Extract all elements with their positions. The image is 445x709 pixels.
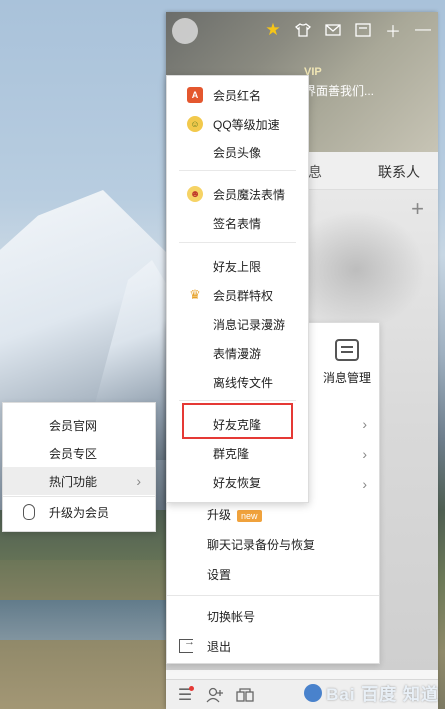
app-manager-icon[interactable] [234,684,256,706]
menu-item-group-clone[interactable]: 群克隆 [167,439,308,467]
menu-divider [179,400,296,401]
menu-item-label: 签名表情 [213,216,262,231]
message-manager-button[interactable]: 消息管理 [317,339,377,386]
menu-item-member-avatar[interactable]: 会员头像 [167,138,308,166]
tab-messages[interactable]: 息 [308,162,322,182]
menu-item-chat-backup[interactable]: 聊天记录备份与恢复 [167,529,379,559]
menu-item-label: 会员专区 [49,446,98,461]
menu-item-magic-emoji[interactable]: ☻ 会员魔法表情 [167,180,308,208]
chevron-right-icon: › [362,416,367,432]
tab-contacts[interactable]: 联系人 [378,162,420,182]
menu-item-label: 升级为会员 [49,505,110,520]
mail-icon[interactable] [318,18,348,42]
upgrade-label: 升级 [207,507,232,522]
highlight-box [182,403,293,439]
star-icon[interactable]: ★ [258,18,288,42]
menu-item-label: 聊天记录备份与恢复 [207,537,316,552]
chevron-right-icon: › [362,476,367,492]
menu-item-level-speedup[interactable]: ☺ QQ等级加速 [167,110,308,138]
menu-item-label: 表情漫游 [213,346,262,361]
menu-item-label: QQ等级加速 [213,117,280,132]
message-manager-label: 消息管理 [322,371,371,385]
new-badge: new [237,509,262,522]
menu-item-label: 会员头像 [213,145,262,160]
menu-item-hot-features[interactable]: 热门功能 › [3,467,155,495]
menu-item-switch-account[interactable]: 切换帐号 [167,601,379,631]
minimize-icon[interactable]: — [408,18,438,42]
menu-item-emoji-roaming[interactable]: 表情漫游 [167,339,308,367]
magic-emoji-icon: ☻ [187,186,203,202]
menu-divider [179,170,296,171]
member-menu: 会员官网 会员专区 热门功能 › 升级为会员 [2,402,156,532]
baidu-watermark: Bai 百度 知道 [304,680,439,705]
level-speedup-icon: ☺ [187,116,203,132]
add-icon[interactable]: + [411,196,424,222]
main-menu-icon[interactable]: ☰ [174,684,196,706]
menu-item-label: 退出 [207,639,232,654]
menu-item-label: 会员官网 [49,418,98,433]
menu-item-friend-restore[interactable]: 好友恢复 [167,468,308,496]
menu-item-group-privilege[interactable]: ♛ 会员群特权 [167,281,308,309]
baidu-paw-icon [304,683,323,702]
add-friend-icon[interactable] [204,684,226,706]
shirt-icon[interactable] [288,18,318,42]
menu-item-offline-file[interactable]: 离线传文件 [167,368,308,396]
menu-divider [3,496,155,497]
menu-item-friend-limit[interactable]: 好友上限 [167,252,308,280]
message-manager-icon [335,339,359,361]
menu-item-label: 会员群特权 [213,288,274,303]
menu-item-upgrade[interactable]: 升级 new [167,499,379,529]
menu-item-label: 群克隆 [213,446,250,461]
signature-text[interactable]: 界面善我们... [304,82,374,99]
menu-item-label: 切换帐号 [207,609,256,624]
menu-item-signature-emoji[interactable]: 签名表情 [167,209,308,237]
menu-divider [179,242,296,243]
titlebar: ★ ＋ — [258,18,438,42]
menu-item-label: 热门功能 [49,474,98,489]
menu-item-member-site[interactable]: 会员官网 [3,411,155,439]
mailbox-icon[interactable] [348,18,378,42]
menu-item-label: 消息记录漫游 [213,317,286,332]
notification-dot [189,685,194,691]
avatar[interactable] [172,18,198,44]
menu-item-label: 好友恢复 [213,475,262,490]
menu-item-red-name[interactable]: A 会员红名 [167,81,308,109]
menu-item-exit[interactable]: 退出 [167,631,379,661]
menu-item-label: 会员魔法表情 [213,187,286,202]
menu-item-label: 会员红名 [213,88,262,103]
exit-icon [179,636,195,653]
qq-penguin-icon [23,504,35,520]
menu-item-label: 设置 [207,567,232,582]
chevron-right-icon: › [362,446,367,462]
menu-item-member-zone[interactable]: 会员专区 [3,439,155,467]
menu-item-message-roaming[interactable]: 消息记录漫游 [167,310,308,338]
menu-item-label: 升级 new [207,506,262,523]
menu-item-label: 好友上限 [213,259,262,274]
menu-item-label: 离线传文件 [213,375,274,390]
watermark-text: Bai 百度 知道 [326,685,439,704]
lake-shape [0,600,170,640]
menu-divider [167,595,379,596]
menu-item-upgrade-member[interactable]: 升级为会员 [3,498,155,526]
crown-icon: ♛ [189,287,201,302]
plus-icon[interactable]: ＋ [378,18,408,42]
red-name-icon: A [187,87,203,103]
chevron-right-icon: › [136,473,141,489]
menu-item-settings[interactable]: 设置 [167,559,379,589]
